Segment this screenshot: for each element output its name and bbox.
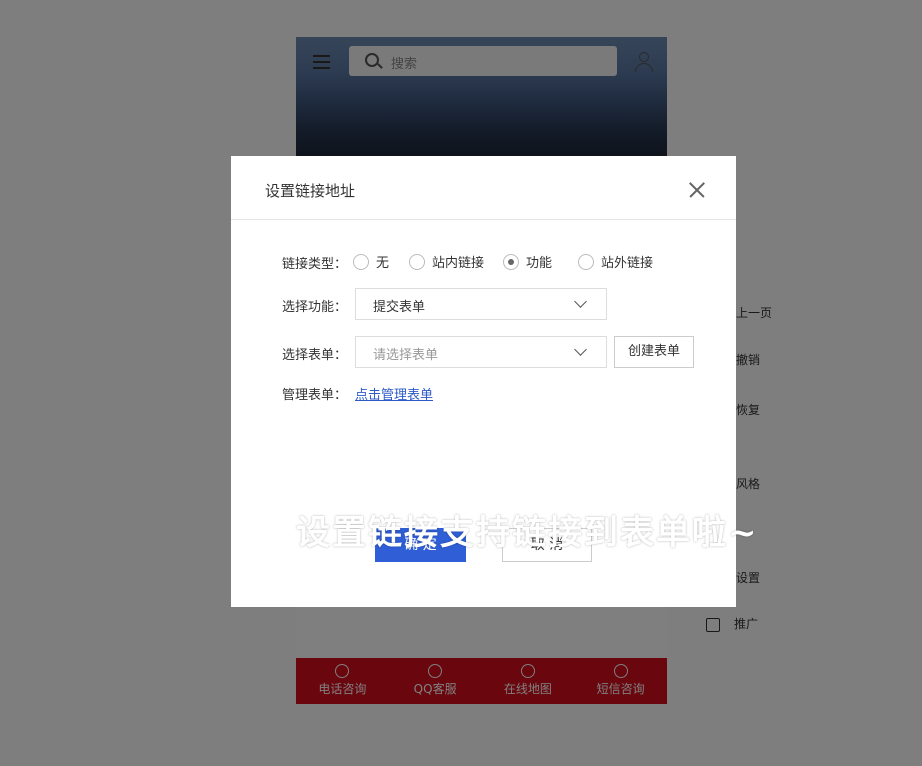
manage-label: 管理表单： [282,388,348,403]
highlight-function-option [490,239,568,283]
radio-circle [578,253,594,270]
link-type-label: 链接类型： [282,257,348,272]
chevron-down-icon [574,295,587,308]
close-icon[interactable] [687,180,707,200]
radio-none[interactable]: 无 [353,252,389,271]
highlight-form-row [271,324,708,380]
function-select-value: 提交表单 [373,300,426,315]
function-label: 选择功能： [282,300,348,315]
manage-forms-link[interactable]: 点击管理表单 [355,384,433,403]
radio-circle [409,253,425,270]
annotation-callout: 设置链接支持链接到表单啦~ [296,513,759,553]
divider [231,219,736,220]
function-select[interactable]: 提交表单 [355,288,607,320]
dialog-title: 设置链接地址 [265,182,356,200]
radio-internal-link[interactable]: 站内链接 [409,252,484,271]
annotation-arrow [542,395,596,499]
radio-external-link[interactable]: 站外链接 [578,252,653,271]
radio-circle [353,253,369,270]
